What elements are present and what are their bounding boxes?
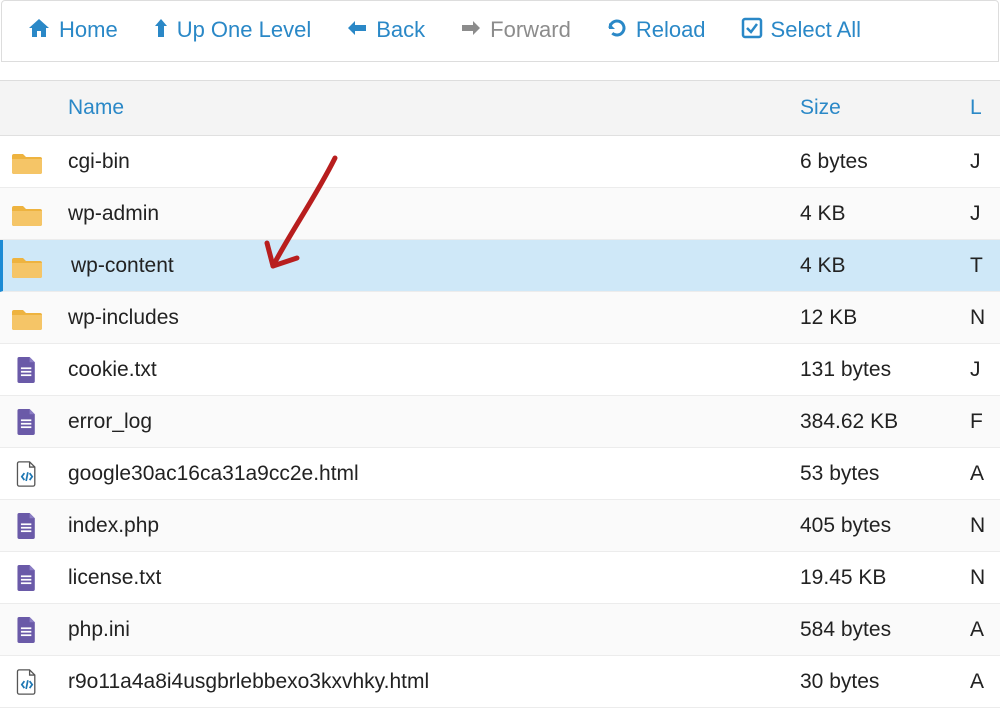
file-last: F [970,410,1000,434]
file-name: index.php [68,514,800,538]
back-button[interactable]: Back [346,17,425,43]
table-row[interactable]: license.txt19.45 KBN [0,552,1000,604]
file-last: A [970,462,1000,486]
up-one-level-button[interactable]: Up One Level [153,17,312,43]
document-icon [12,565,42,591]
file-name: wp-admin [68,202,800,226]
forward-button: Forward [460,17,571,43]
file-size: 131 bytes [800,358,970,382]
column-header-size[interactable]: Size [800,96,970,120]
file-size: 30 bytes [800,670,970,694]
document-icon [12,513,42,539]
file-name: wp-content [71,254,800,278]
folder-icon [12,149,42,175]
folder-icon [12,253,42,279]
file-name: cookie.txt [68,358,800,382]
home-icon [27,17,51,43]
file-size: 53 bytes [800,462,970,486]
folder-icon [12,305,42,331]
file-name: cgi-bin [68,150,800,174]
forward-label: Forward [490,17,571,43]
code-file-icon [12,669,42,695]
reload-label: Reload [636,17,706,43]
table-row[interactable]: index.php405 bytesN [0,500,1000,552]
file-last: N [970,306,1000,330]
file-name: wp-includes [68,306,800,330]
file-name: error_log [68,410,800,434]
table-row[interactable]: wp-admin4 KBJ [0,188,1000,240]
file-name: license.txt [68,566,800,590]
file-last: A [970,618,1000,642]
select-all-icon [741,17,763,43]
document-icon [12,409,42,435]
file-last: N [970,566,1000,590]
table-row[interactable]: r9o11a4a8i4usgbrlebbexo3kxvhky.html30 by… [0,656,1000,708]
file-table: Name Size L cgi-bin6 bytesJwp-admin4 KBJ… [0,80,1000,708]
up-label: Up One Level [177,17,312,43]
column-header-last[interactable]: L [970,96,1000,120]
back-arrow-icon [346,19,368,41]
home-button[interactable]: Home [27,17,118,43]
file-size: 12 KB [800,306,970,330]
code-file-icon [12,461,42,487]
file-name: r9o11a4a8i4usgbrlebbexo3kxvhky.html [68,670,800,694]
reload-icon [606,17,628,43]
document-icon [12,357,42,383]
select-all-label: Select All [771,17,862,43]
file-size: 405 bytes [800,514,970,538]
file-last: J [970,150,1000,174]
file-name: php.ini [68,618,800,642]
file-last: N [970,514,1000,538]
file-size: 4 KB [800,254,970,278]
reload-button[interactable]: Reload [606,17,706,43]
home-label: Home [59,17,118,43]
document-icon [12,617,42,643]
file-last: J [970,202,1000,226]
file-last: J [970,358,1000,382]
file-last: A [970,670,1000,694]
toolbar: Home Up One Level Back Forward Reload Se… [1,0,999,62]
forward-arrow-icon [460,19,482,41]
file-size: 4 KB [800,202,970,226]
folder-icon [12,201,42,227]
column-header-name[interactable]: Name [68,96,800,120]
table-row[interactable]: cookie.txt131 bytesJ [0,344,1000,396]
file-size: 19.45 KB [800,566,970,590]
file-size: 584 bytes [800,618,970,642]
table-row[interactable]: wp-content4 KBT [0,240,1000,292]
table-row[interactable]: google30ac16ca31a9cc2e.html53 bytesA [0,448,1000,500]
table-header-row: Name Size L [0,81,1000,136]
up-arrow-icon [153,17,169,43]
select-all-button[interactable]: Select All [741,17,862,43]
table-row[interactable]: php.ini584 bytesA [0,604,1000,656]
back-label: Back [376,17,425,43]
table-row[interactable]: error_log384.62 KBF [0,396,1000,448]
file-size: 384.62 KB [800,410,970,434]
table-row[interactable]: cgi-bin6 bytesJ [0,136,1000,188]
file-name: google30ac16ca31a9cc2e.html [68,462,800,486]
table-row[interactable]: wp-includes12 KBN [0,292,1000,344]
file-size: 6 bytes [800,150,970,174]
file-last: T [970,254,1000,278]
